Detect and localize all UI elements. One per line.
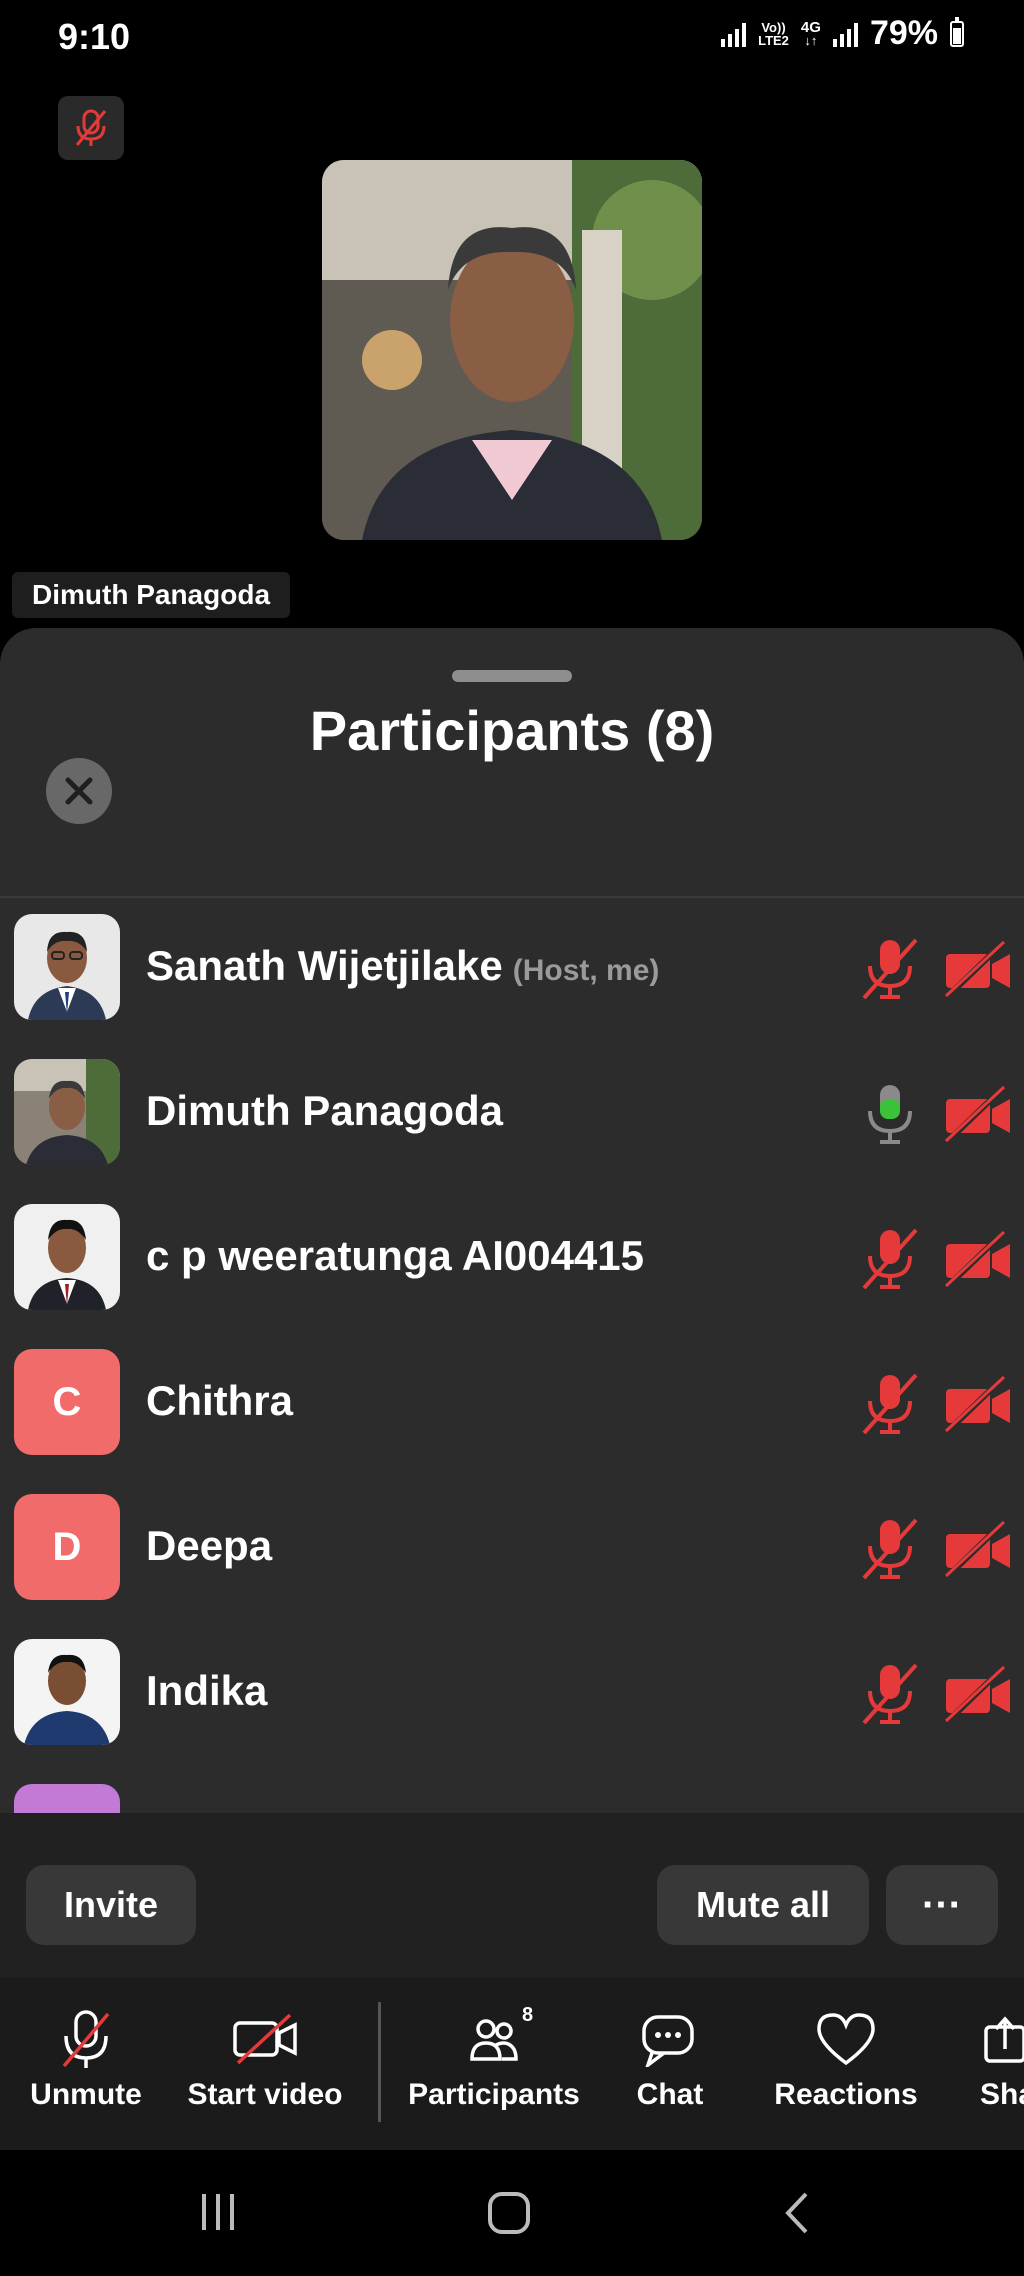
invite-button[interactable]: Invite bbox=[26, 1865, 196, 1945]
participant-name: Indika bbox=[146, 1667, 268, 1714]
status-time: 9:10 bbox=[58, 16, 131, 57]
lte-label: LTE2 bbox=[758, 32, 789, 48]
reactions-label: Reactions bbox=[774, 2078, 918, 2111]
video-off-icon[interactable] bbox=[944, 1085, 1012, 1145]
data-indicator: 4G ↓↑ bbox=[800, 18, 821, 47]
participant-name: c p weeratunga AI004415 bbox=[146, 1232, 645, 1279]
participants-icon: 8 bbox=[404, 2004, 584, 2070]
video-off-icon[interactable] bbox=[944, 1520, 1012, 1580]
avatar bbox=[14, 1639, 120, 1745]
signal-icon-2 bbox=[832, 21, 858, 47]
mic-muted-icon[interactable] bbox=[860, 936, 920, 1002]
start-video-label: Start video bbox=[187, 2078, 343, 2111]
signal-icon bbox=[721, 21, 747, 47]
mute-all-button[interactable]: Mute all bbox=[657, 1865, 869, 1945]
video-off-icon[interactable] bbox=[944, 1230, 1012, 1290]
video-off-icon[interactable] bbox=[944, 940, 1012, 1000]
chat-label: Chat bbox=[636, 2078, 704, 2111]
start-video-button[interactable]: Start video bbox=[182, 2008, 348, 2112]
speaker-video-frame bbox=[322, 160, 702, 540]
meeting-toolbar: Unmute Start video 8 Participants Chat R… bbox=[0, 1978, 1024, 2150]
mic-muted-icon[interactable] bbox=[860, 1371, 920, 1437]
participants-button[interactable]: 8 Participants bbox=[404, 2004, 584, 2112]
more-options-button[interactable]: ··· bbox=[886, 1865, 998, 1945]
share-label: Sha bbox=[980, 2078, 1024, 2111]
participant-name: Chithra bbox=[146, 1377, 293, 1424]
network-type-label: 4G bbox=[800, 18, 821, 36]
participant-name: Dimuth Panagoda bbox=[146, 1087, 504, 1134]
speaker-video-tile[interactable] bbox=[322, 160, 702, 540]
sheet-drag-handle[interactable] bbox=[452, 670, 572, 682]
mic-off-icon bbox=[24, 2008, 148, 2070]
unmute-label: Unmute bbox=[30, 2078, 142, 2111]
reactions-button[interactable]: Reactions bbox=[766, 2008, 926, 2112]
mic-muted-icon[interactable] bbox=[860, 1516, 920, 1582]
battery-percent: 79% bbox=[869, 14, 938, 52]
speaker-name-tag: Dimuth Panagoda bbox=[12, 572, 291, 618]
participants-count-badge: 8 bbox=[522, 2004, 534, 2026]
home-icon[interactable] bbox=[486, 2190, 532, 2236]
participants-title: Participants (8) bbox=[309, 699, 715, 762]
toolbar-separator bbox=[378, 2002, 381, 2122]
share-icon bbox=[980, 2008, 1024, 2070]
volte-label: Vo)) bbox=[761, 19, 786, 35]
host-tag: (Host, me) bbox=[512, 954, 660, 987]
participant-name-text: Sanath Wijetjilake bbox=[146, 942, 503, 989]
system-nav-bar bbox=[0, 2150, 1024, 2276]
participant-row[interactable]: C Chithra bbox=[0, 1333, 1024, 1478]
unmute-button[interactable]: Unmute bbox=[24, 2008, 148, 2112]
avatar: C bbox=[14, 1349, 120, 1455]
participant-row[interactable]: c p weeratunga AI004415 bbox=[0, 1188, 1024, 1333]
heart-icon bbox=[766, 2008, 926, 2070]
status-bar: 9:10 Vo)) LTE2 4G ↓↑ 79% bbox=[0, 0, 1024, 80]
chat-icon bbox=[620, 2008, 720, 2070]
participants-label: Participants bbox=[408, 2078, 580, 2111]
participant-row[interactable]: D Deepa bbox=[0, 1478, 1024, 1623]
chat-button[interactable]: Chat bbox=[620, 2008, 720, 2112]
share-button[interactable]: Sha bbox=[980, 2008, 1024, 2112]
close-icon bbox=[65, 777, 93, 805]
status-icons: Vo)) LTE2 4G ↓↑ 79% bbox=[721, 14, 964, 53]
mic-muted-icon[interactable] bbox=[860, 1661, 920, 1727]
battery-icon bbox=[950, 16, 964, 47]
close-button[interactable] bbox=[46, 758, 112, 824]
video-off-icon[interactable] bbox=[944, 1665, 1012, 1725]
video-off-icon[interactable] bbox=[944, 1375, 1012, 1435]
volte-indicator: Vo)) LTE2 bbox=[758, 21, 789, 47]
participant-name: Sanath Wijetjilake (Host, me) bbox=[146, 942, 659, 990]
avatar: D bbox=[14, 1494, 120, 1600]
participant-row[interactable]: Sanath Wijetjilake (Host, me) bbox=[0, 898, 1024, 1043]
participants-action-bar: Invite Mute all ··· bbox=[0, 1813, 1024, 1978]
participant-name: Deepa bbox=[146, 1522, 273, 1569]
participant-row[interactable]: Indika bbox=[0, 1623, 1024, 1768]
avatar bbox=[14, 1204, 120, 1310]
avatar bbox=[14, 914, 120, 1020]
recent-apps-icon[interactable] bbox=[196, 2190, 242, 2234]
participants-sheet: Participants (8) Sanath Wijetjilake (Host… bbox=[0, 628, 1024, 1978]
mic-muted-icon[interactable] bbox=[860, 1226, 920, 1292]
camera-off-icon bbox=[182, 2008, 348, 2070]
avatar bbox=[14, 1059, 120, 1165]
participant-row[interactable]: Dimuth Panagoda bbox=[0, 1043, 1024, 1188]
self-mic-muted-icon[interactable] bbox=[58, 96, 124, 160]
back-icon[interactable] bbox=[780, 2190, 814, 2236]
mic-active-icon[interactable] bbox=[860, 1081, 920, 1147]
